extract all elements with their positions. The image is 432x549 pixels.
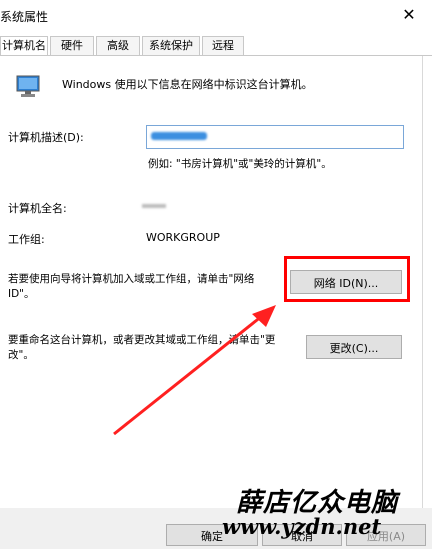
arrow-annotation [113,305,276,436]
watermark-url: www.yzdn.net [222,514,382,539]
